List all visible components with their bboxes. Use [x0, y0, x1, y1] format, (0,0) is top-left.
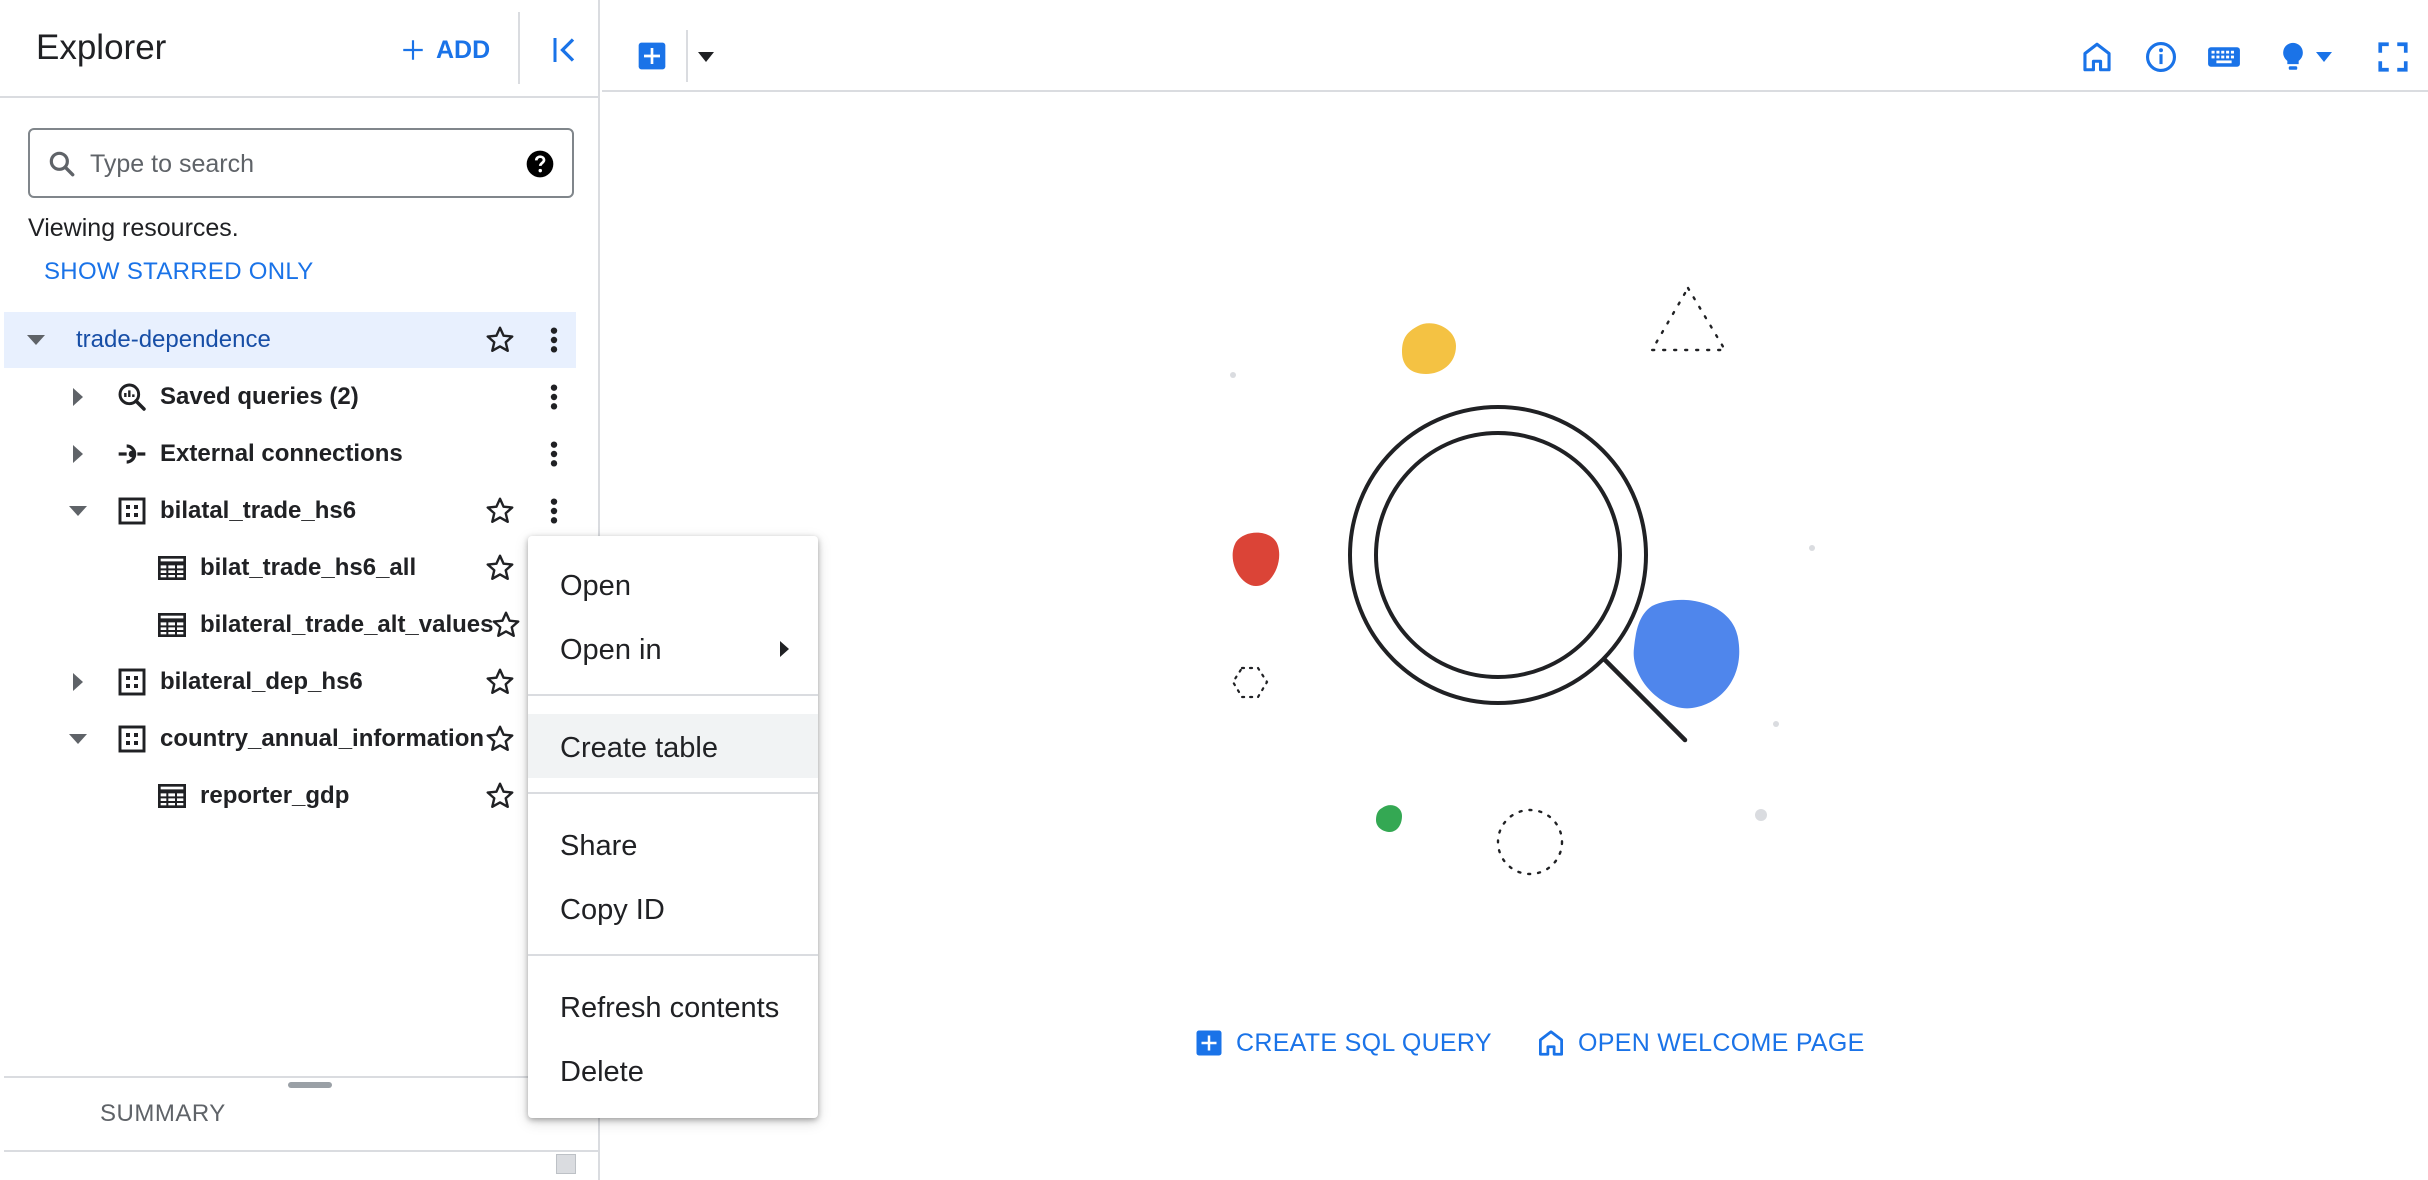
menu-divider	[528, 694, 818, 696]
menu-item-label: Create table	[560, 732, 718, 764]
add-button-label: ADD	[436, 35, 491, 64]
context-menu: Open Open in Create table Share Copy ID …	[528, 536, 818, 1118]
collapse-panel-icon[interactable]	[546, 32, 582, 68]
open-welcome-page-button[interactable]: OPEN WELCOME PAGE	[1536, 1028, 1865, 1058]
star-icon[interactable]	[490, 609, 522, 641]
star-icon[interactable]	[484, 780, 516, 812]
dataset-icon	[118, 497, 146, 525]
summary-tab[interactable]: SUMMARY	[100, 1100, 226, 1128]
lightbulb-dropdown-icon[interactable]	[2314, 50, 2334, 64]
viewing-resources-text: Viewing resources.	[28, 214, 239, 242]
external-connections-label: External connections	[160, 440, 403, 467]
menu-item-delete[interactable]: Delete	[528, 1042, 818, 1098]
caret-down-icon[interactable]	[24, 328, 48, 352]
menu-item-label: Delete	[560, 1056, 644, 1088]
tree-row-saved-queries[interactable]: Saved queries (2)	[4, 369, 576, 425]
menu-item-share[interactable]: Share	[528, 816, 818, 872]
caret-down-icon[interactable]	[66, 727, 90, 751]
chevron-down-icon[interactable]	[694, 48, 718, 66]
dataset-icon	[118, 668, 146, 696]
caret-down-icon[interactable]	[66, 499, 90, 523]
star-icon[interactable]	[484, 666, 516, 698]
add-button[interactable]: ADD	[400, 30, 490, 70]
dataset-label: country_annual_information	[160, 725, 485, 752]
saved-query-icon	[118, 383, 146, 411]
menu-item-refresh-contents[interactable]: Refresh contents	[528, 978, 818, 1034]
tree-row-dataset-bilateral-dep-hs6[interactable]: bilateral_dep_hs6	[4, 654, 576, 710]
scrollbar-corner[interactable]	[556, 1154, 576, 1174]
more-vert-icon[interactable]	[542, 438, 566, 470]
more-vert-icon[interactable]	[542, 324, 566, 356]
tree-row-table-bilateral-trade-alt-values[interactable]: bilateral_trade_alt_values	[4, 597, 576, 653]
create-sql-query-label: CREATE SQL QUERY	[1236, 1028, 1492, 1057]
add-box-icon[interactable]	[636, 40, 668, 72]
show-starred-only-button[interactable]: SHOW STARRED ONLY	[44, 258, 314, 286]
menu-item-label: Refresh contents	[560, 992, 780, 1024]
menu-divider	[528, 954, 818, 956]
menu-item-copy-id[interactable]: Copy ID	[528, 880, 818, 936]
dataset-label: bilateral_dep_hs6	[160, 668, 363, 695]
explorer-title: Explorer	[36, 28, 167, 67]
star-icon[interactable]	[484, 495, 516, 527]
search-illustration	[1230, 285, 1815, 876]
help-icon[interactable]	[524, 148, 556, 180]
plus-icon	[403, 40, 423, 60]
search-box	[28, 128, 574, 198]
search-input[interactable]	[88, 142, 512, 186]
star-icon[interactable]	[484, 723, 516, 755]
table-icon	[158, 556, 186, 580]
lightbulb-icon[interactable]	[2276, 40, 2310, 74]
project-label: trade-dependence	[76, 326, 271, 353]
keyboard-icon[interactable]	[2206, 40, 2242, 74]
editor-toolbar	[602, 0, 2428, 92]
more-vert-icon[interactable]	[542, 495, 566, 527]
home-icon[interactable]	[2080, 40, 2114, 74]
explorer-header: Explorer ADD	[0, 0, 598, 98]
external-connection-icon	[118, 444, 146, 464]
tree-row-project[interactable]: trade-dependence	[4, 312, 576, 368]
tree-row-table-reporter-gdp[interactable]: reporter_gdp	[4, 768, 576, 824]
resize-handle[interactable]	[288, 1082, 332, 1088]
create-sql-query-button[interactable]: CREATE SQL QUERY	[1194, 1028, 1492, 1058]
caret-right-icon[interactable]	[66, 670, 90, 694]
toolbar-separator	[686, 30, 688, 82]
tree-row-dataset-bilatal-trade-hs6[interactable]: bilatal_trade_hs6	[4, 483, 576, 539]
menu-divider	[528, 792, 818, 794]
tree-row-table-bilat-trade-hs6-all[interactable]: bilat_trade_hs6_all	[4, 540, 576, 596]
caret-right-icon[interactable]	[66, 385, 90, 409]
menu-item-create-table[interactable]: Create table	[528, 714, 818, 778]
menu-item-label: Open in	[560, 634, 662, 666]
home-icon	[1539, 1030, 1563, 1056]
menu-item-open-in[interactable]: Open in	[528, 620, 818, 676]
star-icon[interactable]	[484, 552, 516, 584]
table-icon	[158, 613, 186, 637]
header-divider	[518, 12, 520, 84]
table-icon	[158, 784, 186, 808]
menu-item-label: Copy ID	[560, 894, 665, 926]
add-box-icon	[1196, 1030, 1222, 1056]
summary-divider	[4, 1076, 598, 1078]
table-label: bilateral_trade_alt_values	[200, 611, 494, 638]
menu-item-open[interactable]: Open	[528, 556, 818, 612]
tree-row-external-connections[interactable]: External connections	[4, 426, 576, 482]
explorer-panel: Explorer ADD Viewing resources. SHOW ST	[0, 0, 600, 1180]
info-icon[interactable]	[2144, 40, 2178, 74]
submenu-arrow-icon	[780, 641, 789, 657]
tree-row-dataset-country-annual-information[interactable]: country_annual_information	[4, 711, 576, 767]
saved-queries-label: Saved queries (2)	[160, 383, 359, 410]
dataset-icon	[118, 725, 146, 753]
summary-bottom-divider	[4, 1150, 598, 1152]
star-icon[interactable]	[484, 324, 516, 356]
caret-right-icon[interactable]	[66, 442, 90, 466]
table-label: reporter_gdp	[200, 782, 350, 809]
search-icon	[49, 151, 75, 177]
dataset-label: bilatal_trade_hs6	[160, 497, 357, 524]
more-vert-icon[interactable]	[542, 381, 566, 413]
fullscreen-icon[interactable]	[2376, 40, 2410, 74]
menu-item-label: Share	[560, 830, 638, 862]
menu-item-label: Open	[560, 570, 631, 602]
open-welcome-page-label: OPEN WELCOME PAGE	[1578, 1028, 1865, 1057]
table-label: bilat_trade_hs6_all	[200, 554, 417, 581]
